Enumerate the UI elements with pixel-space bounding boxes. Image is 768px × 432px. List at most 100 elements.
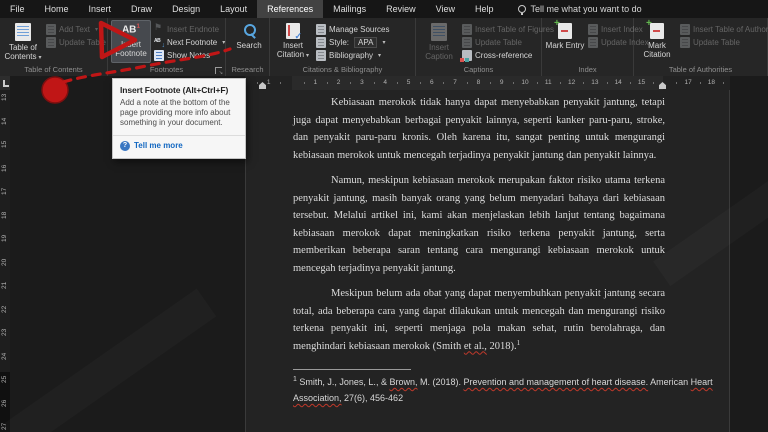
footnote-separator [293,369,411,370]
insert-table-of-figures-icon [462,23,472,35]
dropdown-caret-icon: ▾ [38,55,42,62]
table-of-contents-button[interactable]: Table of Contents ▾ [3,20,43,64]
group-label-footnotes: Footnotes [149,65,184,74]
ruler-dot [257,82,259,84]
left-indent-marker[interactable] [259,82,266,89]
ribbon-tab-bar: File Home Insert Draw Design Layout References… [0,0,768,18]
ruler-dot [513,82,515,84]
ruler-tick: 17 [1,187,8,195]
ruler-tick: 10 [521,79,529,86]
tab-insert[interactable]: Insert [79,0,122,18]
group-label-research: Research [231,65,264,74]
dropdown-caret-icon: ▾ [222,39,226,46]
tell-me-label: Tell me what you want to do [530,4,642,14]
tab-stop-selector[interactable] [0,76,10,90]
ruler-tick: 4 [383,79,387,86]
ruler-tick: 18 [707,79,716,86]
update-table-button[interactable]: Update Table [45,36,106,48]
ruler-tick: 23 [1,328,8,336]
style-selector[interactable]: Style: APA ▾ [315,36,390,48]
ruler-tick: 9 [499,79,504,86]
insert-footnote-icon: AB1 [121,23,141,36]
cross-reference-button[interactable]: Cross-reference [460,49,539,62]
tab-help[interactable]: Help [465,0,504,18]
show-notes-button[interactable]: Show Notes [153,49,223,61]
ruler-dot [373,82,375,84]
insert-endnote-button[interactable]: Insert Endnote [153,22,223,35]
mark-citation-button[interactable]: Mark Citation [637,18,677,63]
ruler-tick: 13 [591,79,599,86]
ribbon-group-table-of-contents: Table of Contents ▾ Add Text ▾ Update Tab… [0,18,108,76]
insert-index-button[interactable]: Insert Index [587,23,643,35]
ruler-dot [396,82,398,84]
insert-index-icon [588,23,598,35]
tab-references[interactable]: References [257,0,324,18]
update-table-authorities-button[interactable]: Update Table [679,36,765,48]
update-index-button[interactable]: Update Index [587,36,649,48]
ruler-tick: 26 [1,398,8,407]
paragraph: Kebiasaan merokok tidak hanya dapat meny… [293,97,665,161]
tell-me-more-link[interactable]: ? Tell me more [113,136,245,158]
ribbon-group-research: Search Research [226,18,270,76]
ruler-dot [559,82,561,84]
tab-home[interactable]: Home [35,0,79,18]
ruler-tick: 16 [1,163,8,172]
insert-footnote-button[interactable]: AB1 Insert Footnote [111,20,151,63]
tooltip-body: Add a note at the bottom of the page pro… [120,98,231,128]
search-icon [242,23,257,39]
insert-citation-icon [286,23,302,42]
table-of-contents-icon [15,23,31,41]
ruler-tick: 18 [1,210,8,219]
ruler-dot [676,82,678,84]
ruler-dot [326,82,328,84]
insert-table-of-figures-button[interactable]: Insert Table of Figures [461,23,554,35]
tab-design[interactable]: Design [162,0,210,18]
ruler-tick: 6 [429,79,434,86]
tab-list: File Home Insert Draw Design Layout References… [0,0,504,18]
insert-table-of-authorities-button[interactable]: Insert Table of Authorities [679,23,768,35]
bibliography-button[interactable]: Bibliography ▾ [315,49,390,61]
help-icon: ? [120,140,130,151]
style-icon [316,36,326,48]
add-text-button[interactable]: Add Text ▾ [45,23,105,35]
tab-mailings[interactable]: Mailings [323,0,376,18]
mark-entry-button[interactable]: Mark Entry [545,18,585,63]
ruler-dot [280,82,282,84]
ruler-tick: 1 [313,79,318,86]
manage-sources-button[interactable]: Manage Sources [315,23,390,35]
h-ruler-page-area: 1 1 2 3 4 5 6 7 8 9 10 11 12 13 14 15 17 18 [245,76,730,90]
body-text: Kebiasaan merokok tidak hanya dapat meny… [293,90,713,405]
ruler-tick: 14 [614,79,622,86]
mark-citation-icon [646,18,664,39]
ruler-tick: 24 [1,351,8,360]
ruler-dot [699,82,701,84]
ruler-dot [583,82,585,84]
next-footnote-button[interactable]: Next Footnote ▾ [153,36,226,49]
insert-footnote-tooltip: Insert Footnote (Alt+Ctrl+F) Add a note … [112,78,246,159]
ribbon: Table of Contents ▾ Add Text ▾ Update Tab… [0,18,768,76]
ruler-tick: 19 [1,234,8,242]
paragraph: Namun, meskipun kebiasaan merokok merupa… [293,175,665,274]
update-table-icon [46,36,56,48]
tab-view[interactable]: View [426,0,465,18]
ruler-tick: 7 [453,79,457,86]
tab-file[interactable]: File [0,0,35,18]
insert-endnote-icon [154,22,164,35]
insert-caption-button[interactable]: Insert Caption [419,20,459,63]
tab-review[interactable]: Review [376,0,426,18]
update-table-icon [462,36,472,48]
tab-layout[interactable]: Layout [210,0,257,18]
style-value[interactable]: APA [354,36,378,48]
tell-me-search[interactable]: Tell me what you want to do [517,0,642,18]
document-page[interactable]: Kebiasaan merokok tidak hanya dapat meny… [245,90,730,432]
update-table-figures-button[interactable]: Update Table [461,36,539,48]
insert-citation-button[interactable]: Insert Citation▾ [273,20,313,63]
tab-draw[interactable]: Draw [121,0,162,18]
ruler-tick: 13 [1,93,8,101]
ribbon-group-captions: Insert Caption Insert Table of Figures U… [416,18,554,76]
search-button[interactable]: Search [229,20,269,63]
ruler-tick: 15 [637,79,646,86]
ruler-tick: 22 [1,304,8,313]
ruler-tick: 17 [684,79,692,86]
footnotes-dialog-launcher[interactable] [215,67,223,76]
